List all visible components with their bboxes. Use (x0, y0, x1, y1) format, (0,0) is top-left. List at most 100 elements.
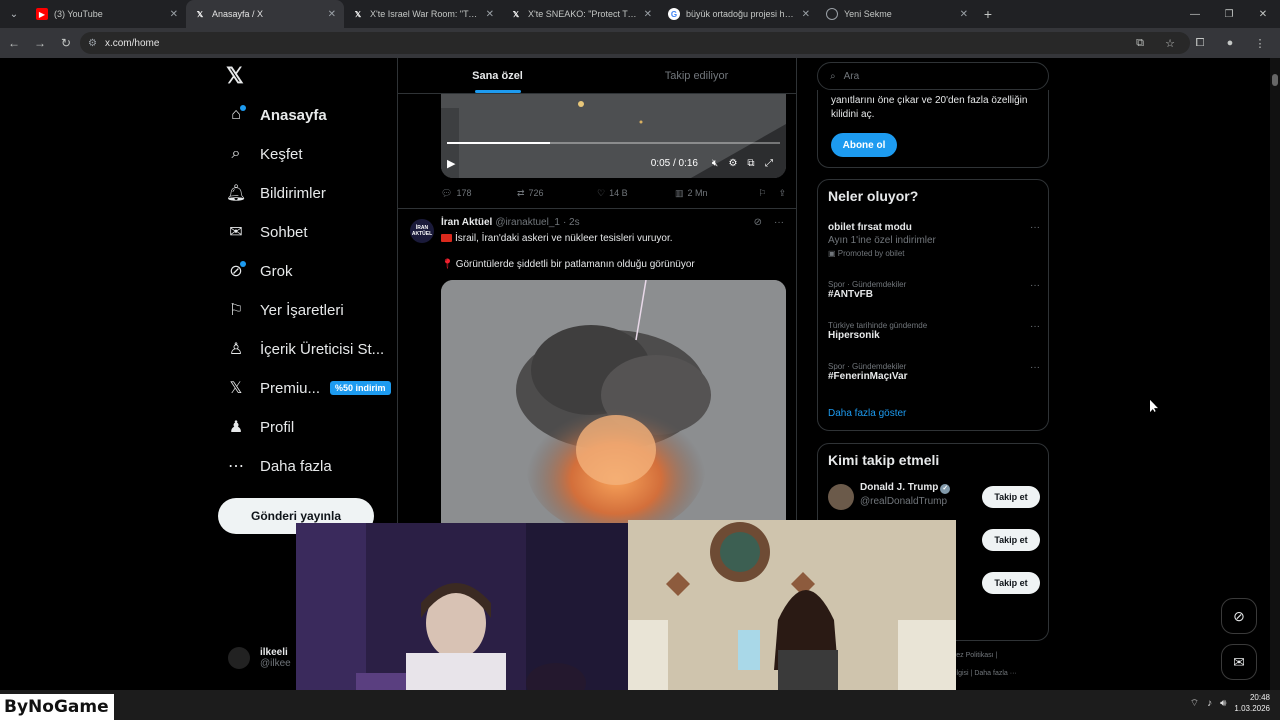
webcam-right-image (628, 520, 956, 710)
profile-avatar[interactable]: ● (1218, 31, 1242, 55)
extensions-icon[interactable]: ⧠ (1188, 31, 1212, 55)
close-window-icon[interactable]: ✕ (1246, 0, 1280, 28)
home-icon: ⌂ (226, 105, 246, 125)
nav-notifications[interactable]: 🔔︎ Bildirimler (226, 178, 326, 208)
follow-button[interactable]: Takip et (982, 486, 1040, 508)
webcam-left-image (296, 523, 628, 710)
tweet-time[interactable]: · 2s (563, 217, 580, 228)
repost-button[interactable]: ⇄ 726 (517, 188, 597, 199)
avatar[interactable] (828, 484, 854, 510)
address-bar[interactable]: ⚙ x.com/home (80, 32, 1190, 54)
tab-youtube[interactable]: ▶ (3) YouTube ✕ (28, 0, 186, 28)
close-icon[interactable]: ✕ (802, 9, 810, 20)
trend-item[interactable]: obilet fırsat modu Ayın 1'ine özel indir… (828, 222, 1040, 258)
grok-icon[interactable]: ⊘ (754, 217, 762, 228)
promoted-label: ▣ Promoted by obilet (828, 249, 905, 258)
reply-icon: 💬︎ (441, 187, 453, 198)
forward-icon[interactable]: → (28, 31, 52, 55)
scrollbar-thumb[interactable] (1272, 74, 1278, 86)
new-tab-button[interactable]: + (976, 6, 1000, 22)
mail-icon: ✉ (1233, 653, 1245, 670)
mic-icon[interactable]: ♪ (1207, 698, 1212, 709)
page-scrollbar[interactable] (1270, 58, 1280, 690)
x-premium-icon: 𝕏 (229, 380, 243, 397)
reload-icon[interactable]: ↻ (54, 31, 78, 55)
account-handle: @ilkee (260, 658, 291, 669)
suggestion-handle: @realDonaldTrump (860, 496, 948, 507)
footer-links[interactable]: ilgisi | Daha fazla ··· (955, 670, 1017, 677)
nav-explore[interactable]: ⌕ Keşfet (226, 139, 303, 169)
reply-button[interactable]: 💬︎ 178 (441, 188, 517, 199)
trend-item[interactable]: Türkiye tarihinde gündemde Hipersonik ··… (828, 321, 1040, 341)
bookmark-star-icon[interactable]: ☆ (1158, 31, 1182, 55)
tab-new-tab[interactable]: Yeni Sekme ✕ (818, 0, 976, 28)
settings-icon[interactable]: ⚙ (724, 158, 742, 169)
follow-button[interactable]: Takip et (982, 572, 1040, 594)
nav-bookmarks[interactable]: ⚐ Yer İşaretleri (226, 295, 344, 325)
views-button[interactable]: ▥ 2 Mn (675, 188, 755, 199)
video-progress[interactable] (447, 142, 780, 144)
avatar[interactable]: İRAN AKTÜEL (410, 219, 434, 243)
tab-google-search[interactable]: G büyük ortadoğu projesi haritası… ✕ (660, 0, 818, 28)
x-logo-icon[interactable]: 𝕏 (226, 65, 246, 87)
browser-menu-icon[interactable]: ⋮ (1248, 31, 1272, 55)
share-icon[interactable]: ⇪ (778, 188, 786, 199)
nav-premium[interactable]: 𝕏 Premiu... %50 indirim (226, 373, 391, 403)
premium-card: yanıtlarını öne çıkar ve 20'den fazla öz… (817, 90, 1049, 168)
site-info-icon[interactable]: ⚙ (88, 38, 97, 49)
nav-home[interactable]: ⌂ Anasayfa (226, 100, 327, 130)
x-icon: 𝕏 (196, 9, 204, 19)
show-more-link[interactable]: Daha fazla göster (828, 408, 906, 419)
tab-x-home[interactable]: 𝕏 Anasayfa / X ✕ (186, 0, 344, 28)
subscribe-button[interactable]: Abone ol (831, 133, 897, 157)
follow-suggestion[interactable]: Donald J. Trump ✓ @realDonaldTrump Takip … (828, 480, 1040, 514)
video-player[interactable]: ▶ 0:05 / 0:16 🔇︎ ⚙ ⧉ ⤢ (441, 94, 786, 178)
tweet-author-name[interactable]: İran Aktüel (441, 217, 492, 228)
close-icon[interactable]: ✕ (170, 9, 178, 20)
trend-item[interactable]: Spor · Gündemdekiler #FenerinMaçıVar ··· (828, 362, 1040, 382)
bookmark-icon[interactable]: ⚐ (758, 188, 766, 199)
pip-icon[interactable]: ⧉ (742, 158, 760, 169)
search-input[interactable]: ⌕ Ara (817, 62, 1049, 90)
youtube-icon: ▶ (36, 8, 48, 20)
system-clock[interactable]: 20:48 1.03.2026 (1234, 692, 1270, 714)
tab-for-you[interactable]: Sana özel (398, 58, 597, 93)
close-icon[interactable]: ✕ (644, 9, 652, 20)
volume-icon[interactable]: 🔊︎ (1220, 698, 1226, 709)
tweet-header: İran Aktüel @iranaktuel_1 · 2s (441, 217, 580, 228)
url-text: x.com/home (104, 37, 160, 49)
trend-item[interactable]: Spor · Gündemdekiler #ANTvFB ··· (828, 280, 1040, 300)
tab-sneako[interactable]: 𝕏 X'te SNEAKO: "Protect Turkey a… ✕ (502, 0, 660, 28)
nav-creator-studio[interactable]: ♙ İçerik Üreticisi St... (226, 334, 384, 364)
messages-fab-button[interactable]: ✉ (1221, 644, 1257, 680)
close-icon[interactable]: ✕ (960, 9, 968, 20)
more-icon[interactable]: ··· (1030, 321, 1040, 332)
close-icon[interactable]: ✕ (328, 9, 336, 20)
nav-profile[interactable]: ♟ Profil (226, 412, 294, 442)
mail-icon: ✉ (229, 224, 243, 241)
back-icon[interactable]: ← (2, 31, 26, 55)
play-icon[interactable]: ▶ (447, 157, 461, 170)
tab-following[interactable]: Takip ediliyor (597, 58, 796, 93)
fullscreen-icon[interactable]: ⤢ (760, 158, 778, 169)
close-icon[interactable]: ✕ (486, 9, 494, 20)
grok-fab-button[interactable]: ⊘ (1221, 598, 1257, 634)
tweet-author-handle[interactable]: @iranaktuel_1 (495, 217, 560, 228)
like-button[interactable]: ♡ 14 B (597, 188, 675, 199)
nav-grok[interactable]: ⊘ Grok (226, 256, 293, 286)
tab-search-icon[interactable]: ⌄ (0, 0, 28, 28)
tab-israel-war-room[interactable]: 𝕏 X'te Israel War Room: "Turkey … ✕ (344, 0, 502, 28)
more-icon[interactable]: ··· (774, 217, 784, 228)
nav-more[interactable]: ⋯ Daha fazla (226, 451, 332, 481)
wifi-icon[interactable]: ⌔ (1190, 697, 1199, 710)
cast-icon[interactable]: ⧉ (1128, 31, 1152, 55)
more-icon[interactable]: ··· (1030, 222, 1040, 233)
follow-button[interactable]: Takip et (982, 529, 1040, 551)
more-icon[interactable]: ··· (1030, 362, 1040, 373)
restore-icon[interactable]: ❐ (1212, 0, 1246, 28)
tweet-media[interactable] (441, 280, 786, 540)
minimize-icon[interactable]: — (1178, 0, 1212, 28)
mute-icon[interactable]: 🔇︎ (706, 158, 724, 169)
more-icon[interactable]: ··· (1030, 280, 1040, 291)
nav-chat[interactable]: ✉ Sohbet (226, 217, 307, 247)
